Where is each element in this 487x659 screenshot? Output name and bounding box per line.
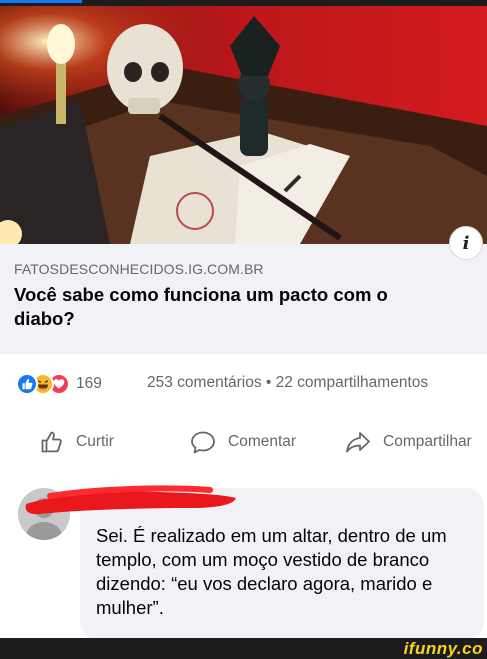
comment-button[interactable]: Comentar <box>190 430 296 454</box>
thumbs-up-icon <box>40 430 64 454</box>
ifunny-watermark: ifunny.co <box>403 639 483 658</box>
comment-label: Comentar <box>228 433 297 450</box>
info-button[interactable]: i <box>449 226 483 260</box>
action-bar: Curtir Comentar Compartilhar <box>0 430 487 460</box>
share-label: Compartilhar <box>383 433 472 450</box>
reaction-count: 169 <box>76 375 102 392</box>
comments-shares-count[interactable]: 253 comentários • 22 compartilhamentos <box>147 374 428 392</box>
info-icon: i <box>462 232 470 254</box>
watermark-bar: ifunny.co <box>0 638 487 659</box>
comment-text: Sei. É realizado em um altar, dentro de … <box>96 525 447 618</box>
reactions-summary[interactable]: 169 <box>16 371 102 397</box>
speech-bubble-icon <box>190 430 216 454</box>
share-arrow-icon <box>345 430 371 454</box>
redaction-mark <box>20 484 240 518</box>
top-bar-accent <box>0 0 82 3</box>
share-button[interactable]: Compartilhar <box>345 430 472 454</box>
link-domain: FATOSDESCONHECIDOS.IG.COM.BR <box>14 261 264 277</box>
like-label: Curtir <box>76 433 114 450</box>
link-preview-image[interactable] <box>0 6 487 244</box>
link-preview-box[interactable]: FATOSDESCONHECIDOS.IG.COM.BR Você sabe c… <box>0 244 487 354</box>
like-button[interactable]: Curtir <box>40 430 114 454</box>
link-title[interactable]: Você sabe como funciona um pacto com o d… <box>14 283 444 331</box>
like-icon <box>16 373 38 395</box>
